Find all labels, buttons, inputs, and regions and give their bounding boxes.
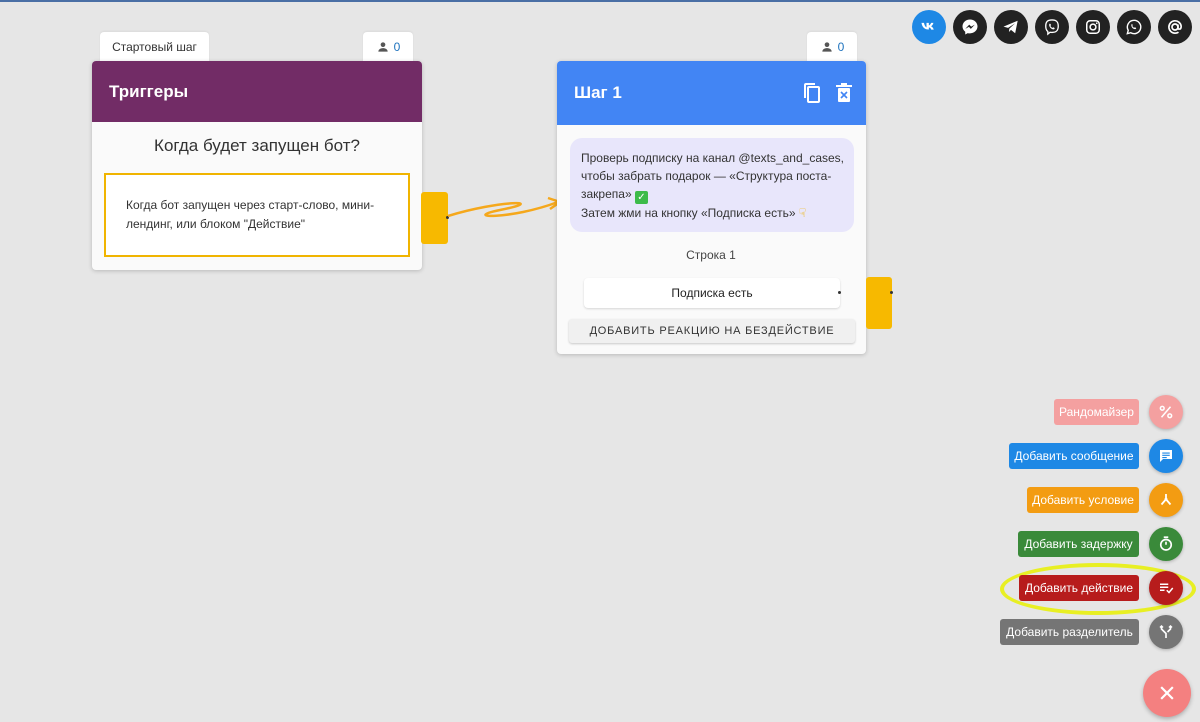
add-separator-label-text: Добавить разделитель	[1006, 625, 1133, 639]
action-icon[interactable]	[1149, 571, 1183, 605]
user-icon	[377, 42, 388, 52]
step1-card-header: Шаг 1	[557, 61, 866, 125]
add-action-label[interactable]: Добавить действие	[1019, 575, 1139, 601]
add-separator-label[interactable]: Добавить разделитель	[1000, 619, 1139, 645]
add-delay-label-text: Добавить задержку	[1024, 537, 1133, 551]
trigger-card-header: Триггеры	[92, 61, 422, 122]
add-message-label[interactable]: Добавить сообщение	[1009, 443, 1139, 469]
trigger-question: Когда будет запущен бот?	[154, 136, 360, 155]
trigger-condition[interactable]: Когда бот запущен через старт-слово, мин…	[104, 173, 410, 257]
whatsapp-icon[interactable]	[1117, 10, 1151, 44]
start-step-tab-label: Стартовый шаг	[112, 40, 197, 54]
add-delay-label[interactable]: Добавить задержку	[1018, 531, 1139, 557]
randomizer-label-text: Рандомайзер	[1059, 405, 1134, 419]
add-message-label-text: Добавить сообщение	[1014, 449, 1134, 463]
trigger-card[interactable]: Триггеры Когда будет запущен бот? Когда …	[92, 61, 422, 270]
row-label: Строка 1	[686, 248, 736, 262]
subscription-button-label: Подписка есть	[671, 286, 753, 300]
button-output-point	[838, 291, 841, 294]
check-mark-icon: ✓	[634, 191, 648, 204]
step1-card-title: Шаг 1	[574, 83, 622, 102]
add-idle-reaction-button[interactable]: ДОБАВИТЬ РЕАКЦИЮ НА БЕЗДЕЙСТВИЕ	[569, 319, 855, 343]
step1-card[interactable]: Шаг 1 Проверь подписку на канал @texts_a…	[557, 61, 866, 354]
message-text-line1: Проверь подписку на канал @texts_and_cas…	[581, 151, 845, 201]
button-output-connector[interactable]	[866, 277, 893, 329]
start-step-tab: Стартовый шаг	[100, 32, 209, 62]
channel-icons	[912, 10, 1192, 44]
split-icon[interactable]	[1149, 615, 1183, 649]
timer-icon[interactable]	[1149, 527, 1183, 561]
pointing-hand-icon: ☟	[798, 206, 807, 220]
connection-arrow	[447, 196, 563, 218]
telegram-icon[interactable]	[994, 10, 1028, 44]
connector-point	[890, 291, 893, 294]
start-subscriber-value: 0	[393, 40, 401, 54]
email-icon[interactable]	[1158, 10, 1192, 44]
subscription-button[interactable]: Подписка есть	[584, 278, 841, 308]
top-border	[0, 0, 1200, 2]
add-action-label-text: Добавить действие	[1025, 581, 1133, 595]
message-bubble[interactable]: Проверь подписку на канал @texts_and_cas…	[570, 138, 854, 232]
start-subscriber-count[interactable]: 0	[363, 32, 413, 62]
add-condition-label[interactable]: Добавить условие	[1027, 487, 1139, 513]
condition-icon[interactable]	[1149, 483, 1183, 517]
percent-icon[interactable]	[1149, 395, 1183, 429]
viber-icon[interactable]	[1035, 10, 1069, 44]
step1-subscriber-value: 0	[837, 40, 845, 54]
message-text-line2: Затем жми на кнопку «Подписка есть»	[581, 206, 796, 220]
add-condition-label-text: Добавить условие	[1032, 493, 1134, 507]
step1-subscriber-count[interactable]: 0	[807, 32, 857, 62]
delete-icon[interactable]	[836, 83, 852, 103]
messenger-icon[interactable]	[953, 10, 987, 44]
message-icon[interactable]	[1149, 439, 1183, 473]
add-idle-reaction-label: ДОБАВИТЬ РЕАКЦИЮ НА БЕЗДЕЙСТВИЕ	[589, 325, 835, 337]
vk-icon[interactable]	[912, 10, 946, 44]
trigger-card-title: Триггеры	[109, 81, 189, 101]
instagram-icon[interactable]	[1076, 10, 1110, 44]
randomizer-label[interactable]: Рандомайзер	[1054, 399, 1139, 425]
user-icon	[821, 42, 832, 52]
trigger-condition-text: Когда бот запущен через старт-слово, мин…	[126, 198, 375, 231]
close-icon[interactable]	[1143, 669, 1191, 717]
copy-icon[interactable]	[802, 82, 822, 104]
